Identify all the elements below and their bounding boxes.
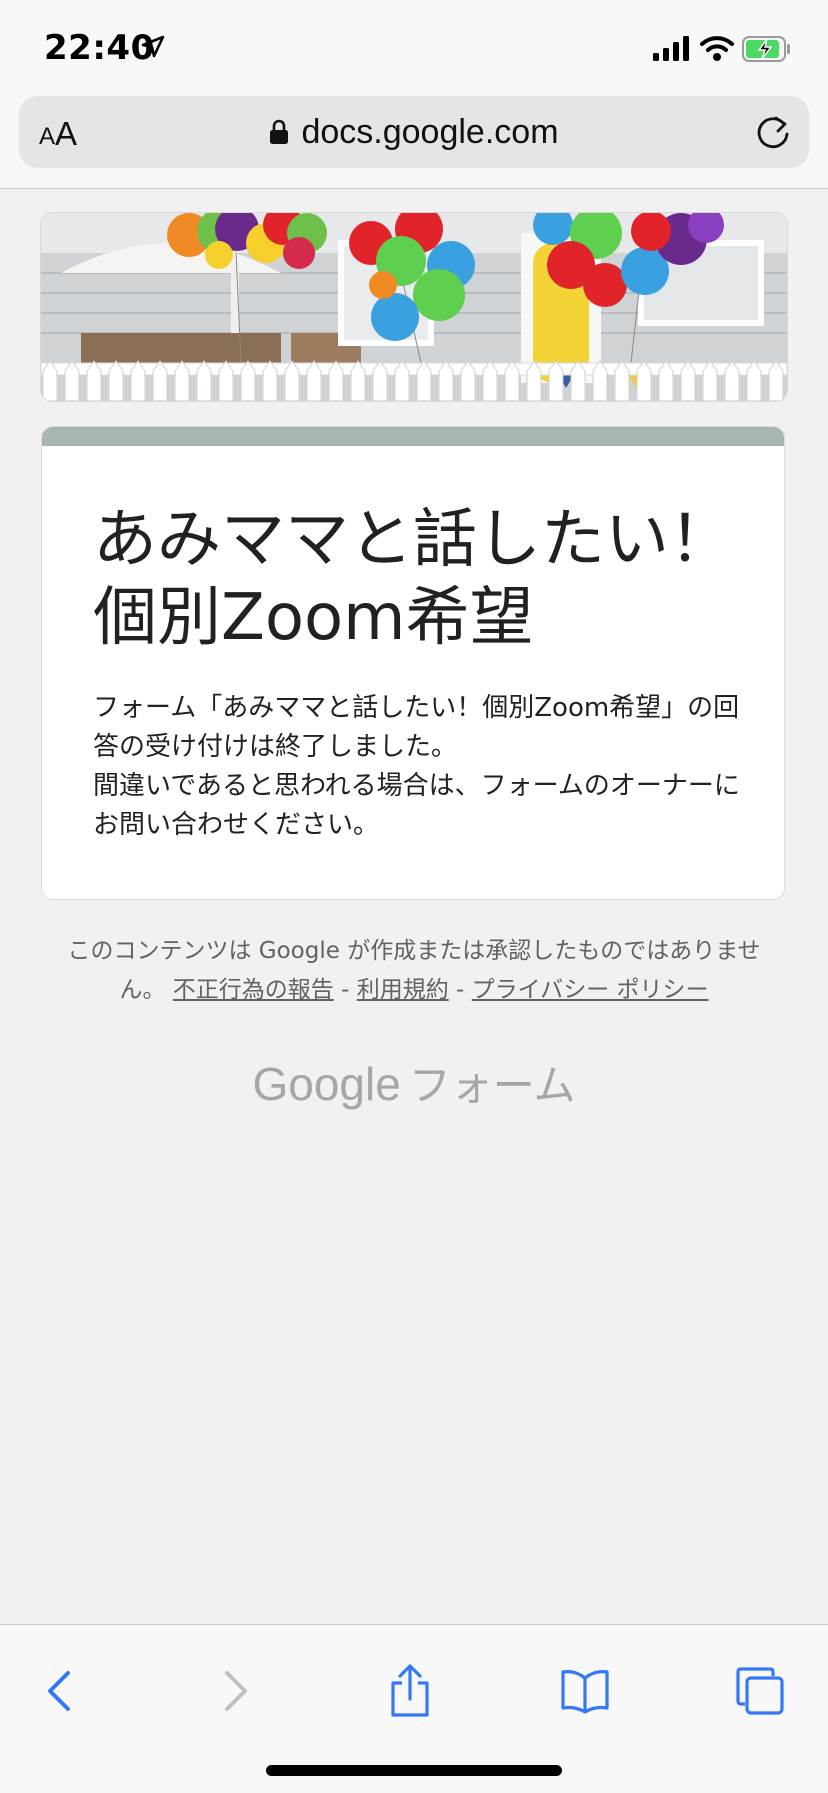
back-button[interactable] <box>30 1661 90 1721</box>
share-icon <box>391 1664 429 1717</box>
report-abuse-link[interactable]: 不正行為の報告 <box>173 977 334 1003</box>
share-button[interactable] <box>380 1661 440 1721</box>
url-text[interactable]: docs.google.com <box>301 113 558 152</box>
location-arrow-icon <box>141 35 165 58</box>
form-closed-card: あみママと話したい！ 個別Zoom希望 フォーム「あみママと話したい！個別Zoo… <box>41 426 785 900</box>
card-accent-stripe <box>42 427 784 446</box>
footer-disclaimer: このコンテンツは Google が作成または承認したものではありません。 不正行… <box>60 932 768 1010</box>
battery-charging-icon <box>742 36 790 62</box>
cellular-signal-icon <box>653 36 689 61</box>
terms-link[interactable]: 利用規約 <box>357 977 449 1003</box>
browser-address-area: A A docs.google.com <box>0 92 828 189</box>
text-size-button[interactable]: A A <box>39 112 77 152</box>
forward-icon <box>225 1671 247 1711</box>
forward-button[interactable] <box>205 1661 265 1721</box>
lock-icon <box>270 119 289 144</box>
footer-separator: - <box>341 977 350 1003</box>
bookmarks-button[interactable] <box>555 1661 615 1721</box>
logo-google-text: Google <box>252 1058 401 1110</box>
footer-separator: - <box>456 977 465 1003</box>
form-closed-message-line2: 間違いであると思われる場合は、フォームのオーナーにお問い合わせください。 <box>93 771 740 840</box>
form-title-line1: あみママと話したい！ <box>93 503 733 577</box>
banner-illustration <box>41 213 787 401</box>
header-banner-image <box>40 212 788 402</box>
form-title: あみママと話したい！ 個別Zoom希望 <box>93 501 753 657</box>
status-bar: 22:40 <box>0 0 828 92</box>
form-title-line2: 個別Zoom希望 <box>93 581 534 655</box>
tabs-icon <box>736 1667 784 1715</box>
bookmarks-icon <box>561 1670 609 1714</box>
back-icon <box>48 1671 70 1711</box>
logo-forms-text: フォーム <box>408 1061 576 1110</box>
form-closed-message: フォーム「あみママと話したい！個別Zoom希望」の回答の受け付けは終了しました。… <box>93 689 743 845</box>
wifi-icon <box>700 36 734 61</box>
form-closed-message-line1: フォーム「あみママと話したい！個別Zoom希望」の回答の受け付けは終了しました。 <box>93 693 740 762</box>
home-indicator[interactable] <box>266 1765 562 1776</box>
tabs-button[interactable] <box>730 1661 790 1721</box>
status-time: 22:40 <box>44 28 155 68</box>
privacy-policy-link[interactable]: プライバシー ポリシー <box>472 977 709 1003</box>
address-bar[interactable]: A A docs.google.com <box>19 96 809 168</box>
google-forms-logo[interactable]: Google フォーム <box>0 1052 828 1113</box>
reload-icon[interactable] <box>753 112 793 152</box>
url-display: docs.google.com <box>19 96 809 168</box>
